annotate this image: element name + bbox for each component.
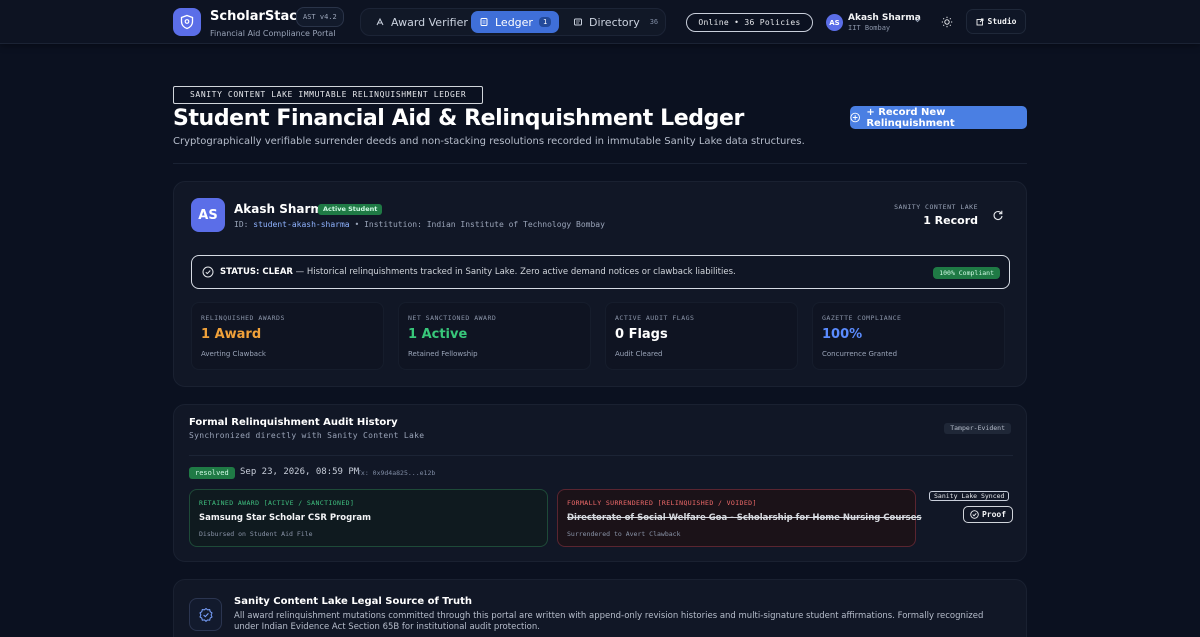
- legal-text: All award relinquishment mutations commi…: [234, 611, 984, 632]
- audit-history-card: Formal Relinquishment Audit History Sync…: [173, 404, 1027, 562]
- voided-tag: FORMALLY SURRENDERED [RELINQUISHED / VOI…: [567, 499, 757, 507]
- page-subtitle: Cryptographically verifiable surrender d…: [173, 136, 805, 147]
- record-button-label: + Record New Relinquishment: [866, 106, 955, 129]
- retained-tag: RETAINED AWARD [ACTIVE / SANCTIONED]: [199, 499, 355, 507]
- brand-logo[interactable]: [173, 8, 201, 36]
- stat-caption: Averting Clawback: [201, 350, 266, 358]
- resolved-badge: resolved: [189, 467, 235, 479]
- history-subtitle: Synchronized directly with Sanity Conten…: [189, 431, 425, 440]
- student-id[interactable]: student-akash-sharma: [253, 220, 349, 229]
- check-circle-icon: [970, 510, 979, 519]
- stat-value: 0 Flags: [615, 327, 668, 342]
- ledger-overline: SANITY CONTENT LAKE IMMUTABLE RELINQUISH…: [173, 86, 484, 104]
- student-institution: Institution: Indian Institute of Technol…: [364, 220, 605, 229]
- stat-label: RELINQUISHED AWARDS: [201, 314, 285, 322]
- main-nav: Award Verifier Ledger 1 Directory 36: [360, 8, 666, 36]
- history-divider: [189, 455, 1013, 456]
- nav-directory[interactable]: Directory 36: [565, 11, 670, 33]
- proof-label: Proof: [981, 510, 1007, 519]
- active-student-badge: Active Student: [318, 204, 383, 215]
- history-title: Formal Relinquishment Audit History: [189, 417, 398, 428]
- student-id-label: ID:: [234, 220, 249, 229]
- page-title: Student Financial Aid & Relinquishment L…: [173, 106, 744, 131]
- stat-label: NET SANCTIONED AWARD: [408, 314, 497, 322]
- retained-award-box: RETAINED AWARD [ACTIVE / SANCTIONED] Sam…: [189, 489, 548, 547]
- top-bar: ScholarStack AST v4.2 Financial Aid Comp…: [0, 0, 1200, 44]
- brand-name: ScholarStack: [210, 9, 306, 24]
- student-avatar: AS: [191, 198, 225, 232]
- stat-gazette-compliance: GAZETTE COMPLIANCE 100% Concurrence Gran…: [812, 302, 1005, 370]
- shield-icon: [180, 14, 194, 30]
- nav-award-verifier[interactable]: Award Verifier: [367, 11, 476, 33]
- online-status-pill: Online • 36 Policies: [686, 13, 813, 32]
- stat-value: 1 Award: [201, 327, 262, 342]
- ledger-icon: [480, 18, 488, 26]
- synced-badge: Sanity Lake Synced: [929, 491, 1010, 501]
- version-badge: AST v4.2: [296, 7, 344, 27]
- stat-value: 100%: [822, 327, 863, 342]
- status-banner: STATUS: CLEAR — Historical relinquishmen…: [191, 255, 1010, 289]
- user-institution: IIT Bombay: [848, 24, 891, 32]
- record-relinquishment-button[interactable]: + Record New Relinquishment: [850, 106, 1027, 129]
- voided-note: Surrendered to Avert Clawback: [567, 530, 681, 538]
- check-circle-icon: [202, 266, 214, 278]
- voided-award-box: FORMALLY SURRENDERED [RELINQUISHED / VOI…: [557, 489, 922, 547]
- status-detail: — Historical relinquishments tracked in …: [292, 267, 736, 277]
- directory-icon: [574, 18, 582, 26]
- brand-subtitle: Financial Aid Compliance Portal: [210, 29, 336, 38]
- studio-button[interactable]: Studio: [966, 9, 1026, 34]
- nav-label: Award Verifier: [391, 15, 468, 29]
- stat-net-sanctioned: NET SANCTIONED AWARD 1 Active Retained F…: [398, 302, 591, 370]
- user-avatar[interactable]: AS: [826, 14, 843, 31]
- stat-caption: Retained Fellowship: [408, 350, 478, 358]
- sanity-lake-label: SANITY CONTENT LAKE: [894, 203, 978, 211]
- tamper-evident-badge: Tamper-Evident: [944, 423, 1011, 434]
- legal-source-card: Sanity Content Lake Legal Source of Trut…: [173, 579, 1027, 637]
- retained-award-name: Samsung Star Scholar CSR Program: [199, 513, 371, 523]
- legal-title: Sanity Content Lake Legal Source of Trut…: [234, 596, 472, 607]
- stat-label: ACTIVE AUDIT FLAGS: [615, 314, 695, 322]
- compliant-pill: 100% Compliant: [933, 267, 1000, 279]
- voided-award-name: Directorate of Social Welfare Goa - Scho…: [567, 513, 922, 523]
- student-meta: ID: student-akash-sharma • Institution: …: [234, 220, 605, 229]
- transaction-hash[interactable]: Tx: 0x9d4a825...e12b: [357, 469, 435, 477]
- verified-badge-icon: [189, 598, 222, 631]
- proof-button[interactable]: Proof: [963, 506, 1013, 523]
- refresh-icon[interactable]: [992, 209, 1004, 221]
- meta-separator: •: [354, 220, 360, 229]
- chevron-down-icon[interactable]: [913, 16, 922, 25]
- student-name: Akash Sharma: [234, 202, 332, 216]
- plus-circle-icon: [850, 112, 860, 123]
- external-link-icon: [976, 18, 983, 25]
- nav-label: Ledger: [495, 15, 533, 29]
- entry-timestamp: Sep 23, 2026, 08:59 PM: [240, 467, 360, 477]
- stat-relinquished: RELINQUISHED AWARDS 1 Award Averting Cla…: [191, 302, 384, 370]
- stat-label: GAZETTE COMPLIANCE: [822, 314, 902, 322]
- retained-note: Disbursed on Student Aid File: [199, 530, 313, 538]
- stat-caption: Audit Cleared: [615, 350, 663, 358]
- theme-toggle-button[interactable]: [935, 11, 959, 33]
- sun-icon: [941, 16, 953, 28]
- nav-ledger[interactable]: Ledger 1: [471, 11, 560, 33]
- stat-value: 1 Active: [408, 327, 468, 342]
- stat-caption: Concurrence Granted: [822, 350, 898, 358]
- nav-count: 36: [649, 18, 659, 26]
- record-count: 1 Record: [923, 214, 978, 227]
- status-text: STATUS: CLEAR — Historical relinquishmen…: [220, 267, 736, 277]
- stat-audit-flags: ACTIVE AUDIT FLAGS 0 Flags Audit Cleared: [605, 302, 798, 370]
- header-divider: [173, 163, 1027, 164]
- status-strong: STATUS: CLEAR: [220, 267, 293, 277]
- nav-count: 1: [538, 17, 552, 27]
- user-name[interactable]: Akash Sharma: [848, 13, 921, 23]
- student-summary-card: AS Akash Sharma Active Student ID: stude…: [173, 181, 1027, 387]
- studio-label: Studio: [987, 17, 1017, 26]
- nav-label: Directory: [589, 15, 640, 29]
- award-icon: [376, 17, 384, 26]
